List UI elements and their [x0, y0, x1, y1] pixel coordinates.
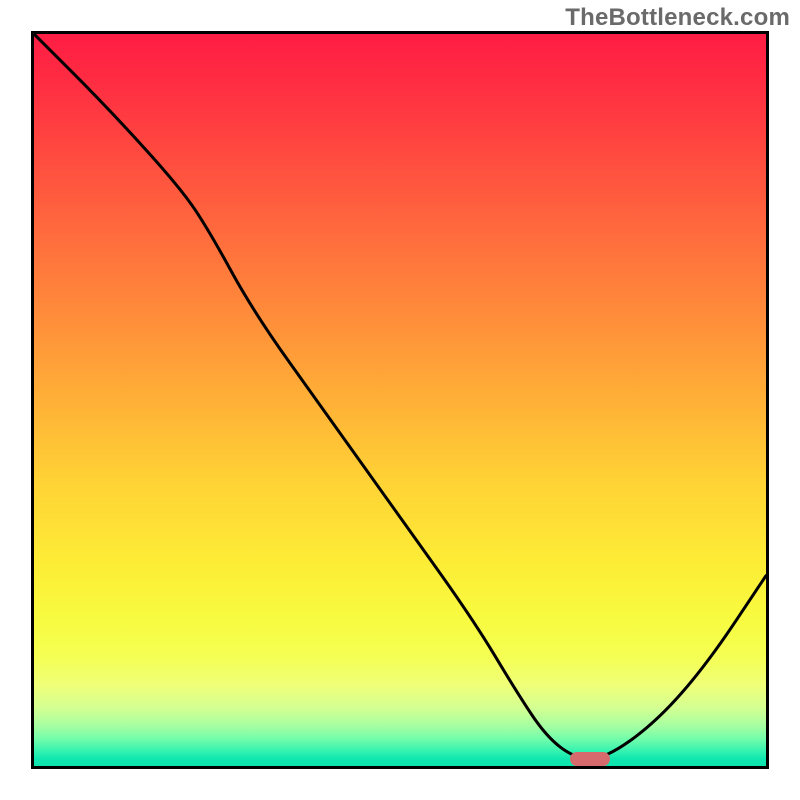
watermark-text: TheBottleneck.com	[565, 4, 790, 32]
chart-container: TheBottleneck.com	[0, 0, 800, 800]
bottleneck-curve	[34, 34, 766, 766]
optimal-marker	[570, 752, 610, 766]
plot-area	[31, 31, 769, 769]
